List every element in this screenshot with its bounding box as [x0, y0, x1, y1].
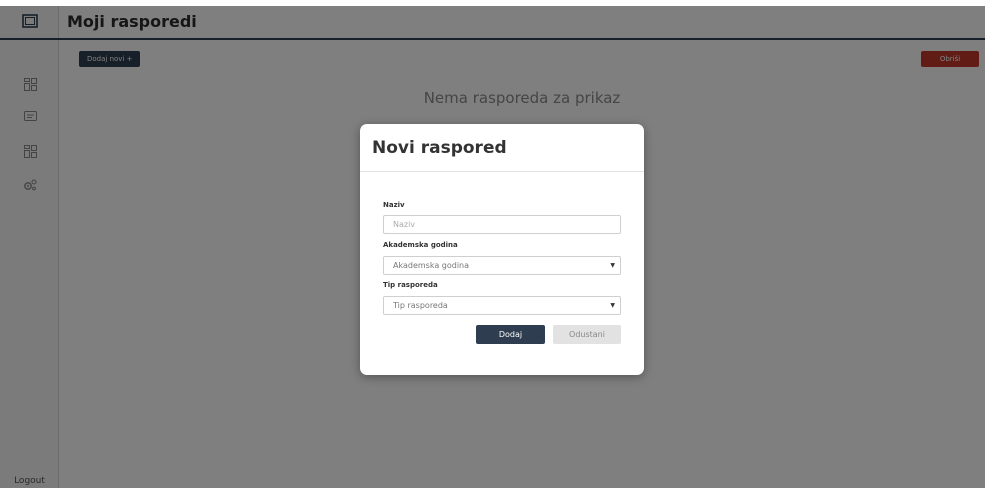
submit-button[interactable]: Dodaj [476, 325, 545, 344]
tip-rasporeda-label: Tip rasporeda [383, 281, 438, 289]
tip-rasporeda-value: Tip rasporeda [393, 301, 448, 310]
naziv-input[interactable] [383, 215, 621, 234]
cancel-button[interactable]: Odustani [553, 325, 621, 344]
akademska-godina-label: Akademska godina [383, 241, 458, 249]
caret-down-icon: ▼ [610, 302, 615, 309]
caret-down-icon: ▼ [610, 262, 615, 269]
akademska-godina-select[interactable]: Akademska godina ▼ [383, 256, 621, 275]
akademska-godina-value: Akademska godina [393, 261, 470, 270]
tip-rasporeda-select[interactable]: Tip rasporeda ▼ [383, 296, 621, 315]
new-schedule-modal: Novi raspored Naziv Akademska godina Aka… [360, 124, 644, 375]
modal-title: Novi raspored [372, 138, 507, 158]
app-root: Logout Moji rasporedi Dodaj novi + Obriš… [0, 0, 985, 488]
naziv-label: Naziv [383, 201, 405, 209]
modal-header: Novi raspored [360, 124, 644, 172]
